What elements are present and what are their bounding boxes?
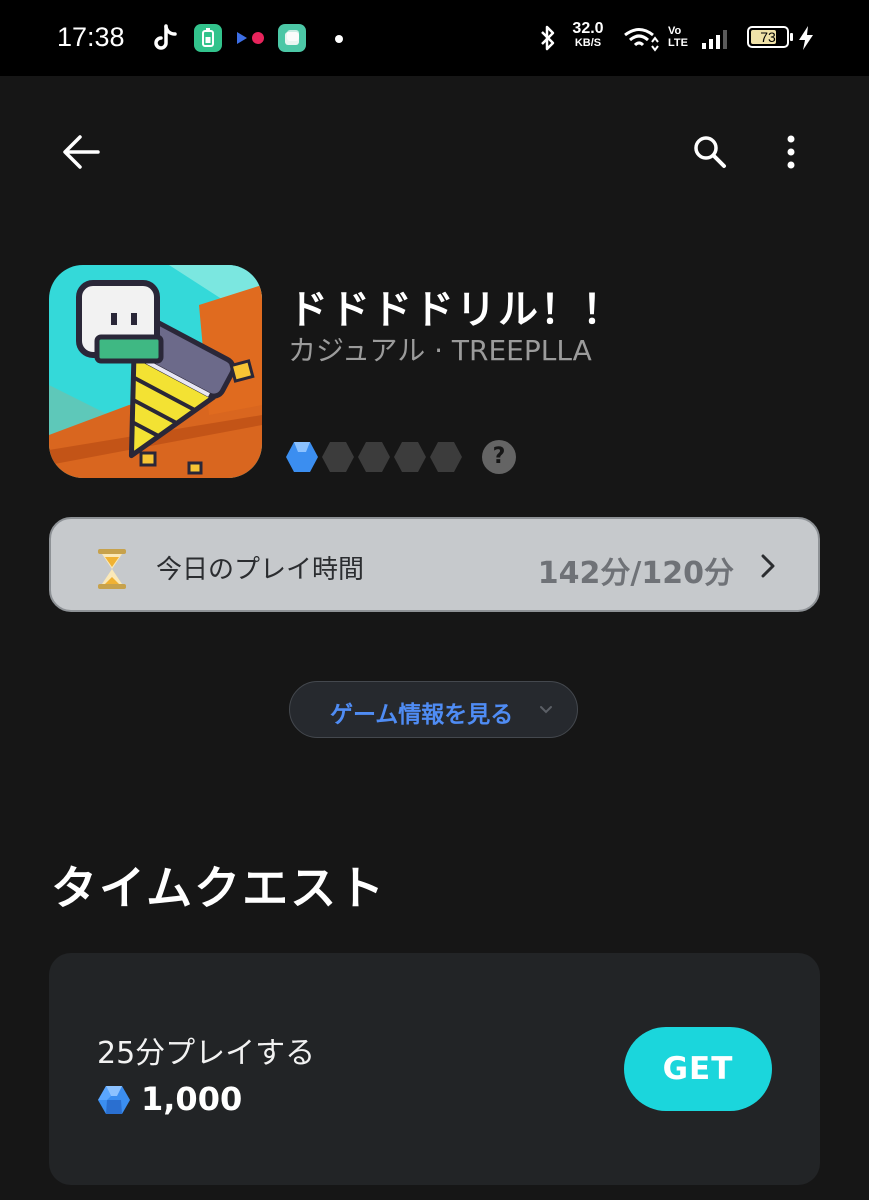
- status-time: 17:38: [57, 22, 125, 52]
- game-subtitle: カジュアル · TREEPLLA: [288, 334, 592, 367]
- help-icon[interactable]: ?: [482, 440, 516, 474]
- status-bar: 17:38 32.0 KB/S Vo LTE 73: [0, 0, 869, 76]
- gem-icon: [98, 1086, 130, 1114]
- signal-icon: [702, 30, 727, 49]
- battery-app-icon: [194, 24, 222, 52]
- more-vert-icon[interactable]: [782, 134, 800, 170]
- search-icon[interactable]: [692, 134, 728, 170]
- quest-reward: 1,000: [141, 1080, 243, 1118]
- get-button[interactable]: GET: [624, 1027, 772, 1111]
- app-icon: [278, 24, 306, 52]
- chevron-down-icon: [540, 706, 552, 714]
- charging-icon: [799, 26, 813, 50]
- difficulty-rating: [286, 440, 466, 474]
- hourglass-icon: [98, 549, 126, 589]
- play-time-card[interactable]: 今日のプレイ時間 142分/120分: [49, 517, 820, 612]
- rating-gem-empty: [394, 442, 426, 472]
- play-time-label: 今日のプレイ時間: [156, 555, 365, 585]
- battery-indicator: 73: [747, 26, 793, 48]
- rating-gem-filled: [286, 442, 318, 472]
- game-info-label: ゲーム情報を見る: [330, 702, 514, 728]
- flickr-icon: [237, 32, 264, 44]
- back-arrow-icon[interactable]: [60, 132, 102, 172]
- game-app-icon: [49, 265, 262, 478]
- rating-gem-empty: [430, 442, 462, 472]
- play-time-value: 142分/120分: [537, 556, 734, 591]
- battery-percent: 73: [760, 29, 776, 45]
- game-info-button[interactable]: ゲーム情報を見る: [289, 681, 578, 738]
- rating-gem-empty: [358, 442, 390, 472]
- wifi-icon: [624, 28, 659, 52]
- quest-task: 25分プレイする: [97, 1036, 316, 1071]
- rating-gem-empty: [322, 442, 354, 472]
- chevron-right-icon: [761, 554, 775, 578]
- tiktok-icon: [154, 24, 177, 50]
- notification-dot-icon: [335, 35, 343, 43]
- quest-card: 25分プレイする 1,000 GET: [49, 953, 820, 1185]
- game-title: ドドドドリル！！: [288, 287, 624, 333]
- network-speed: 32.0 KB/S: [572, 20, 604, 50]
- volte-indicator: Vo LTE: [668, 25, 688, 49]
- bluetooth-icon: [541, 25, 555, 51]
- time-quest-title: タイムクエスト: [51, 861, 387, 915]
